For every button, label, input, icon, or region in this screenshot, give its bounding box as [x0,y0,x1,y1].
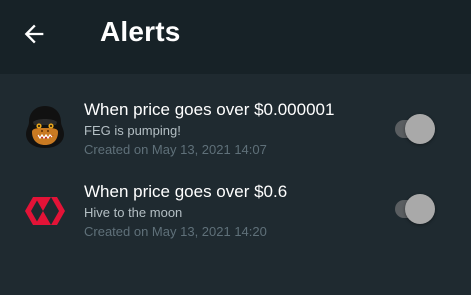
alert-toggle[interactable] [392,192,438,226]
alert-note: Hive to the moon [84,205,183,220]
back-button[interactable] [18,18,50,50]
toggle-thumb [405,194,435,224]
toggle-thumb [405,114,435,144]
alert-item-hive[interactable]: When price goes over $0.6 Hive to the mo… [0,180,471,286]
alert-toggle[interactable] [392,112,438,146]
alert-note: FEG is pumping! [84,123,181,138]
arrow-left-icon [24,24,44,44]
alert-list: When price goes over $0.000001 FEG is pu… [0,74,471,286]
alert-item-feg[interactable]: When price goes over $0.000001 FEG is pu… [0,74,471,180]
feg-logo-icon [22,104,68,150]
alert-text: When price goes over $0.6 Hive to the mo… [84,182,287,241]
alert-created-date: Created on May 13, 2021 14:07 [84,142,267,157]
alert-text: When price goes over $0.000001 FEG is pu… [84,100,334,159]
app-bar: Alerts [0,0,471,74]
page-title: Alerts [100,16,181,47]
alert-created-date: Created on May 13, 2021 14:20 [84,224,267,239]
hive-logo-icon [22,188,68,234]
alert-condition: When price goes over $0.000001 [84,100,335,119]
alert-condition: When price goes over $0.6 [84,182,288,201]
